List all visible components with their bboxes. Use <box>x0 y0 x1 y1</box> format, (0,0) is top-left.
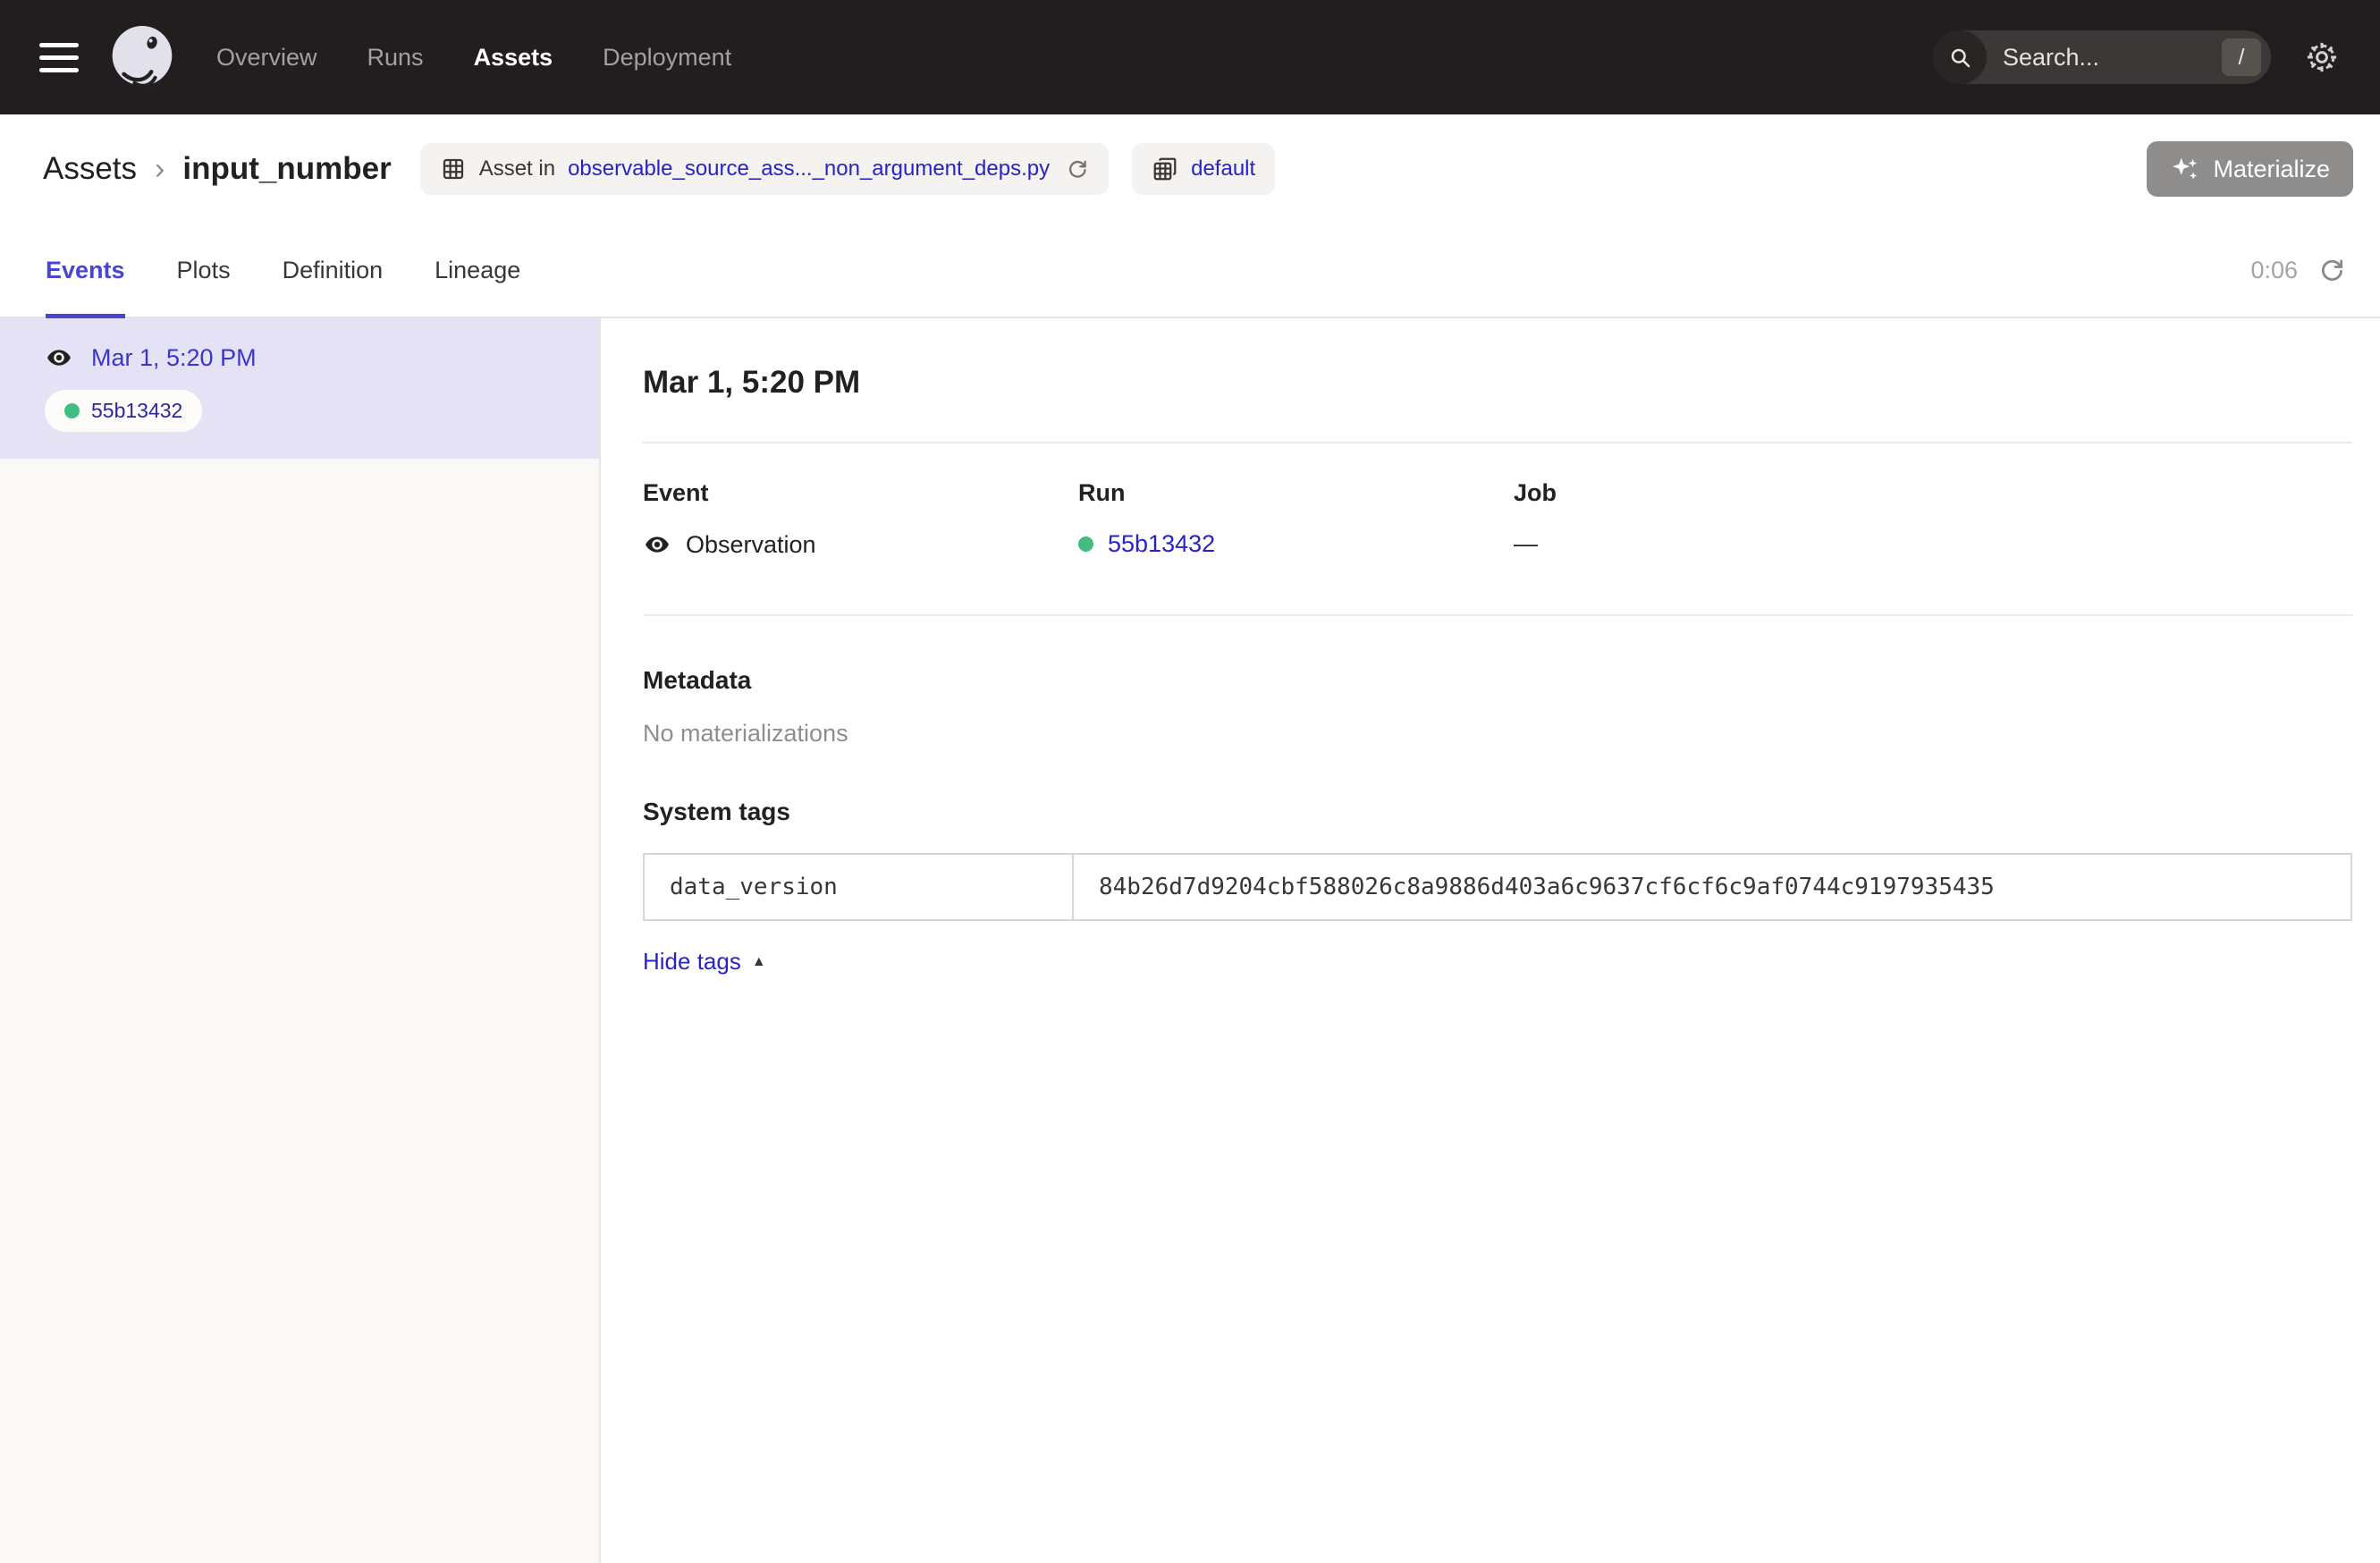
event-list-item[interactable]: Mar 1, 5:20 PM 55b13432 <box>0 318 599 459</box>
run-column: Run 55b13432 <box>1078 479 1514 559</box>
nav-deployment[interactable]: Deployment <box>603 44 731 72</box>
nav-runs[interactable]: Runs <box>367 44 424 72</box>
run-badge-id: 55b13432 <box>91 399 182 423</box>
run-column-label: Run <box>1078 479 1514 507</box>
asset-name-title: input_number <box>182 151 391 187</box>
metadata-heading: Metadata <box>643 666 2352 695</box>
materialize-button[interactable]: Materialize <box>2147 141 2353 197</box>
slash-shortcut-badge: / <box>2222 38 2261 76</box>
asset-definition-pill: Asset in observable_source_ass..._non_ar… <box>420 143 1109 195</box>
event-detail-panel: Mar 1, 5:20 PM Event Observation <box>601 318 2380 1563</box>
observation-eye-icon <box>643 530 671 559</box>
asset-header: Assets › input_number Asset in observabl… <box>0 114 2380 224</box>
nav-assets[interactable]: Assets <box>474 44 553 72</box>
job-value: — <box>1514 530 2352 558</box>
asset-grid-icon <box>440 156 467 182</box>
run-badge[interactable]: 55b13432 <box>45 390 202 432</box>
menu-icon[interactable] <box>39 38 79 78</box>
run-id-link[interactable]: 55b13432 <box>1108 530 1215 558</box>
breadcrumb-separator-icon: › <box>155 152 165 187</box>
search-placeholder: Search... <box>2003 44 2222 72</box>
table-row: data_version 84b26d7d9204cbf588026c8a988… <box>644 854 2351 920</box>
breadcrumb-assets-link[interactable]: Assets <box>43 151 137 187</box>
event-timestamp-label: Mar 1, 5:20 PM <box>91 344 257 372</box>
tab-plots[interactable]: Plots <box>177 224 231 317</box>
events-sidebar: Mar 1, 5:20 PM 55b13432 <box>0 318 601 1563</box>
content-area: Mar 1, 5:20 PM 55b13432 Mar 1, 5:20 PM E… <box>0 318 2380 1563</box>
event-detail-heading: Mar 1, 5:20 PM <box>643 365 2352 401</box>
no-materializations-text: No materializations <box>643 720 2352 748</box>
dagster-logo-icon[interactable] <box>105 21 179 94</box>
refresh-controls: 0:06 <box>2250 224 2346 317</box>
divider <box>643 442 2352 444</box>
hide-tags-label: Hide tags <box>643 948 741 976</box>
event-item-title: Mar 1, 5:20 PM <box>45 343 578 372</box>
tag-key-cell: data_version <box>644 854 1073 920</box>
tab-lineage[interactable]: Lineage <box>435 224 520 317</box>
refresh-icon[interactable] <box>2317 256 2346 284</box>
gear-icon[interactable] <box>2303 38 2341 76</box>
caret-up-icon: ▲ <box>752 954 766 970</box>
sparkle-icon <box>2170 154 2200 184</box>
refresh-countdown: 0:06 <box>2250 257 2298 284</box>
asset-in-label: Asset in <box>479 156 555 182</box>
tab-bar: Events Plots Definition Lineage 0:06 <box>0 224 2380 318</box>
tag-value-cell: 84b26d7d9204cbf588026c8a9886d403a6c9637c… <box>1073 854 2351 920</box>
repo-icon <box>1152 156 1178 182</box>
tab-events[interactable]: Events <box>46 224 125 317</box>
tab-definition[interactable]: Definition <box>283 224 384 317</box>
system-tags-heading: System tags <box>643 798 2352 826</box>
nav-overview[interactable]: Overview <box>216 44 317 72</box>
app-root: Overview Runs Assets Deployment Search..… <box>0 0 2380 1563</box>
job-column-label: Job <box>1514 479 2352 507</box>
top-nav-bar: Overview Runs Assets Deployment Search..… <box>0 0 2380 114</box>
asset-file-link[interactable]: observable_source_ass..._non_argument_de… <box>568 156 1050 182</box>
event-summary-grid: Event Observation Run 55b13432 <box>643 479 2352 559</box>
job-column: Job — <box>1514 479 2352 559</box>
primary-nav: Overview Runs Assets Deployment <box>216 44 731 72</box>
run-status-dot <box>64 403 80 418</box>
event-type-value: Observation <box>686 531 816 559</box>
code-location-pill: default <box>1132 143 1275 195</box>
repo-default-link[interactable]: default <box>1191 156 1255 182</box>
reload-definition-icon[interactable] <box>1066 157 1089 181</box>
system-tags-table: data_version 84b26d7d9204cbf588026c8a988… <box>643 853 2352 921</box>
event-column-label: Event <box>643 479 1078 507</box>
search-icon <box>1933 30 1987 84</box>
search-input[interactable]: Search... / <box>1933 30 2271 84</box>
materialize-label: Materialize <box>2213 156 2330 183</box>
event-column: Event Observation <box>643 479 1078 559</box>
divider <box>643 614 2352 616</box>
hide-tags-link[interactable]: Hide tags ▲ <box>643 948 766 976</box>
observation-eye-icon <box>45 343 73 372</box>
run-status-dot <box>1078 536 1093 552</box>
